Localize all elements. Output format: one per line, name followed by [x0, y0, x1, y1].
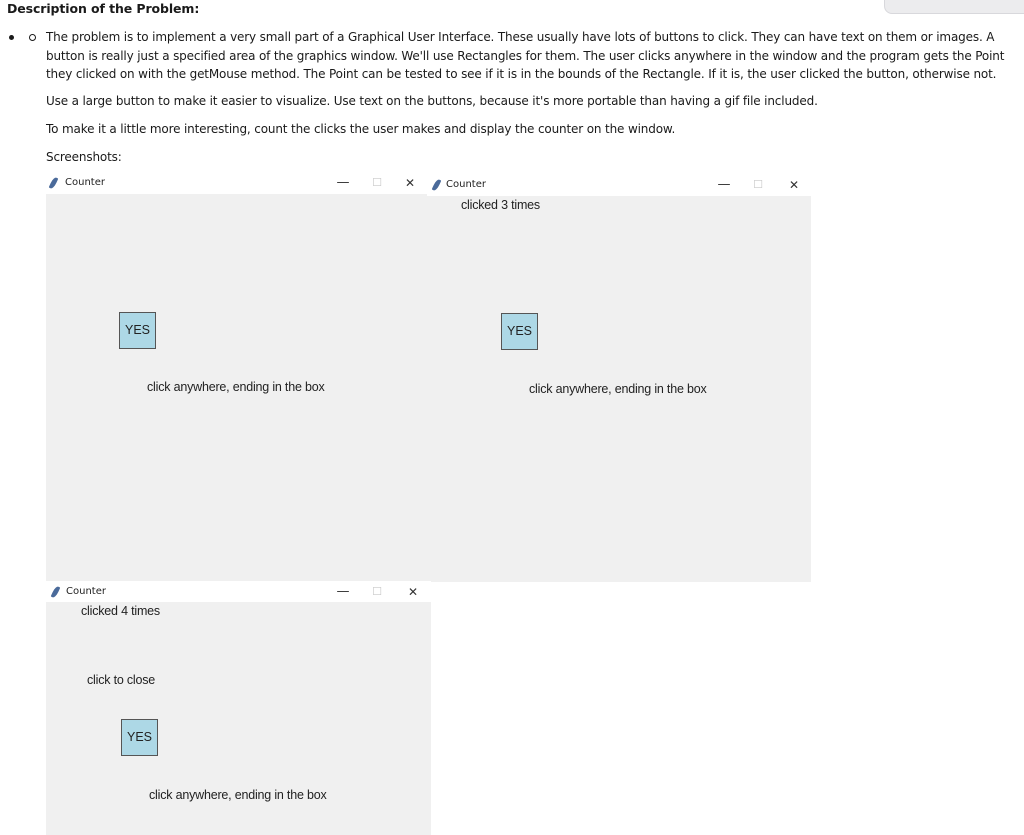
click-counter-text: clicked 3 times [461, 198, 540, 212]
bullet-circle-icon [29, 34, 36, 41]
top-panel [884, 0, 1024, 14]
feather-icon [48, 176, 59, 190]
bullet-disc-icon [9, 35, 14, 40]
window-titlebar[interactable]: Counter — ☐ ✕ [427, 174, 811, 196]
yes-button[interactable]: YES [501, 313, 538, 350]
graphics-canvas[interactable]: YES click anywhere, ending in the box [46, 194, 431, 582]
minimize-button[interactable]: — [335, 175, 351, 191]
feather-icon [431, 178, 442, 192]
window-titlebar[interactable]: Counter — ☐ ✕ [46, 581, 431, 603]
yes-button[interactable]: YES [121, 719, 158, 756]
counter-window-3: Counter — ☐ ✕ clicked 4 times click to c… [46, 581, 431, 835]
window-title: Counter [65, 177, 105, 188]
window-title: Counter [66, 586, 106, 597]
instruction-paragraph: Use a large button to make it easier to … [46, 94, 818, 108]
screenshots-label: Screenshots: [46, 150, 122, 164]
close-button[interactable]: ✕ [405, 584, 421, 600]
description-paragraph: The problem is to implement a very small… [46, 30, 1005, 81]
instruction-text: click anywhere, ending in the box [149, 788, 327, 802]
yes-button[interactable]: YES [119, 312, 156, 349]
counter-paragraph: To make it a little more interesting, co… [46, 122, 676, 136]
graphics-canvas[interactable]: clicked 4 times click to close YES click… [46, 602, 431, 835]
problem-heading: Description of the Problem: [7, 1, 200, 16]
instruction-text: click anywhere, ending in the box [147, 380, 325, 394]
counter-window-2: Counter — ☐ ✕ clicked 3 times YES click … [427, 174, 811, 582]
close-button[interactable]: ✕ [402, 175, 418, 191]
maximize-button[interactable]: ☐ [369, 175, 385, 191]
minimize-button[interactable]: — [716, 177, 732, 193]
window-titlebar[interactable]: Counter — ☐ ✕ [46, 172, 431, 194]
close-button[interactable]: ✕ [786, 177, 802, 193]
counter-window-1: Counter — ☐ ✕ YES click anywhere, ending… [46, 172, 431, 582]
feather-icon [50, 585, 61, 599]
click-counter-text: clicked 4 times [81, 604, 160, 618]
graphics-canvas[interactable]: clicked 3 times YES click anywhere, endi… [427, 196, 811, 582]
maximize-button[interactable]: ☐ [369, 584, 385, 600]
window-title: Counter [446, 179, 486, 190]
close-prompt-text: click to close [87, 673, 156, 687]
instruction-text: click anywhere, ending in the box [529, 382, 707, 396]
minimize-button[interactable]: — [335, 584, 351, 600]
maximize-button[interactable]: ☐ [750, 177, 766, 193]
